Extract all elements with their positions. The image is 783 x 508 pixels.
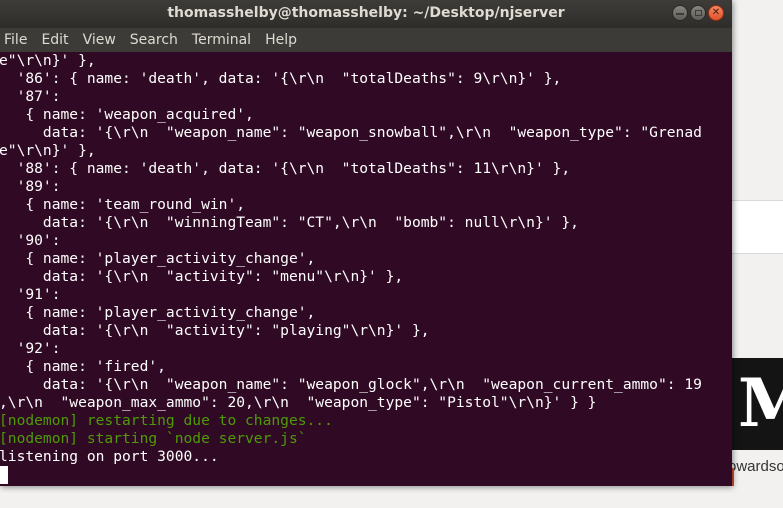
- server-status-line: listening on port 3000...: [0, 448, 219, 465]
- terminal-cursor: [0, 466, 8, 484]
- window-title: thomasshelby@thomasshelby: ~/Desktop/njs…: [167, 5, 565, 21]
- terminal-line: e"\r\n}' },: [0, 142, 96, 159]
- terminal-line: { name: 'team_round_win',: [0, 196, 246, 213]
- close-icon: ✕: [711, 7, 721, 18]
- title-bar[interactable]: thomasshelby@thomasshelby: ~/Desktop/njs…: [0, 0, 732, 28]
- menu-terminal[interactable]: Terminal: [185, 28, 258, 52]
- terminal-line: '89':: [0, 178, 61, 195]
- background-logo: M: [738, 364, 783, 442]
- background-logo-block: M: [732, 358, 783, 450]
- terminal-line: '91':: [0, 286, 61, 303]
- terminal-line: { name: 'fired',: [0, 358, 166, 375]
- terminal-line: '86': { name: 'death', data: '{\r\n "tot…: [0, 70, 562, 87]
- terminal-output[interactable]: e"\r\n}' }, '86': { name: 'death', data:…: [0, 52, 732, 486]
- terminal-line: { name: 'player_activity_change',: [0, 250, 316, 267]
- terminal-line: e"\r\n}' },: [0, 52, 96, 69]
- terminal-line: { name: 'weapon_acquired',: [0, 106, 254, 123]
- nodemon-status-line: [nodemon] starting `node server.js`: [0, 430, 307, 447]
- terminal-line: data: '{\r\n "activity": "playing"\r\n}'…: [0, 322, 430, 339]
- maximize-button[interactable]: [690, 5, 706, 21]
- background-accent: [732, 468, 734, 486]
- terminal-line: '90':: [0, 232, 61, 249]
- terminal-line: '87':: [0, 88, 61, 105]
- menu-help[interactable]: Help: [258, 28, 304, 52]
- maximize-icon: [694, 10, 702, 16]
- background-text: owardso: [728, 458, 783, 475]
- background-panel: [732, 200, 783, 254]
- background-browser-window: M owardso: [728, 0, 783, 508]
- terminal-line: data: '{\r\n "weapon_name": "weapon_gloc…: [0, 376, 702, 393]
- terminal-line: { name: 'player_activity_change',: [0, 304, 316, 321]
- terminal-line: data: '{\r\n "winningTeam": "CT",\r\n "b…: [0, 214, 579, 231]
- menu-bar: File Edit View Search Terminal Help: [0, 28, 732, 52]
- menu-view[interactable]: View: [76, 28, 123, 52]
- terminal-line: '88': { name: 'death', data: '{\r\n "tot…: [0, 160, 571, 177]
- terminal-line: '92':: [0, 340, 61, 357]
- terminal-line: data: '{\r\n "weapon_name": "weapon_snow…: [0, 124, 702, 141]
- terminal-window: thomasshelby@thomasshelby: ~/Desktop/njs…: [0, 0, 732, 486]
- menu-search[interactable]: Search: [123, 28, 185, 52]
- menu-edit[interactable]: Edit: [34, 28, 75, 52]
- nodemon-status-line: [nodemon] restarting due to changes...: [0, 412, 333, 429]
- terminal-line: ,\r\n "weapon_max_ammo": 20,\r\n "weapon…: [0, 394, 597, 411]
- minimize-button[interactable]: [672, 5, 688, 21]
- close-button[interactable]: ✕: [708, 5, 724, 21]
- menu-file[interactable]: File: [0, 28, 34, 52]
- terminal-line: data: '{\r\n "activity": "menu"\r\n}' },: [0, 268, 404, 285]
- minimize-icon: [676, 13, 684, 15]
